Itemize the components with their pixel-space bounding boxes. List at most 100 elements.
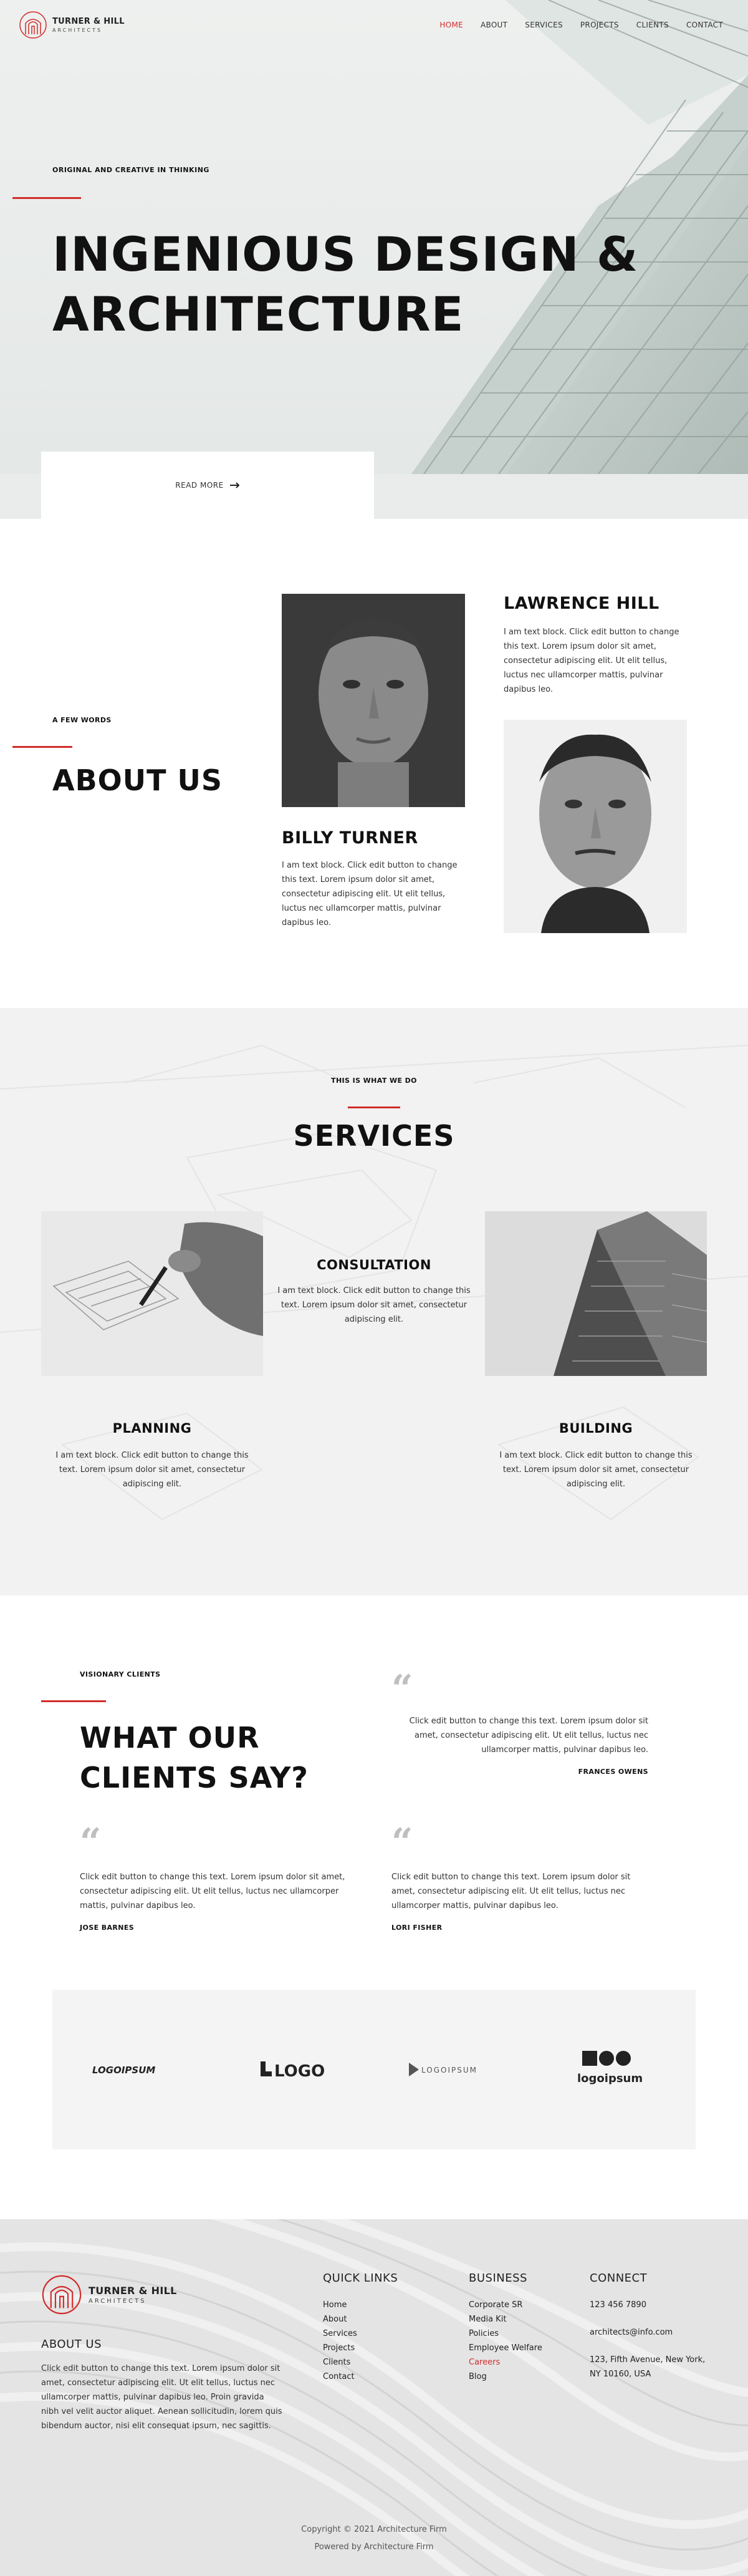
client-logo-4-text: logoipsum [577,2072,643,2085]
testimonials-kicker: VISIONARY CLIENTS [80,1670,161,1678]
hero-kicker: ORIGINAL AND CREATIVE IN THINKING [52,166,209,174]
read-more-label: READ MORE [175,481,224,490]
nav-about[interactable]: ABOUT [481,21,507,29]
testimonial-text-1: Click edit button to change this text. L… [409,1717,648,1755]
services-kicker: THIS IS WHAT WE DO [331,1077,417,1085]
page: ORIGINAL AND CREATIVE IN THINKING INGENI… [0,0,748,2576]
logo-wordmark-icon: LOGO [259,2059,328,2080]
logo-text: TURNER & HILL ARCHITECTS [52,17,125,33]
lawrence-hill-name: LAWRENCE HILL [504,594,659,613]
quick-links-title: QUICK LINKS [323,2272,398,2285]
business-link-careers[interactable]: Careers [469,2355,542,2370]
testimonial-author-1: FRANCES OWENS [578,1768,648,1776]
footer-logo[interactable]: TURNER & HILL ARCHITECTS [41,2274,177,2315]
site-logo[interactable]: TURNER & HILL ARCHITECTS [19,11,125,39]
portrait-image [282,594,465,807]
testimonials-title-line1: WHAT OUR [80,1721,260,1755]
portrait-image [504,720,687,933]
hero-section: ORIGINAL AND CREATIVE IN THINKING INGENI… [0,0,748,519]
connect-phone[interactable]: 123 456 7890 [590,2298,646,2312]
nav-services[interactable]: SERVICES [525,21,563,29]
quick-link-contact[interactable]: Contact [323,2370,357,2384]
planning-text: I am text block. Click edit button to ch… [55,1451,249,1489]
quote-icon: “ [80,1821,102,1864]
about-section: A FEW WORDS ABOUT US BILLY TURNER I am t… [0,519,748,1008]
logoipsum-wordmark-icon: LOGOIPSUM [92,2060,180,2079]
connect-address-line2: NY 10160, USA [590,2370,651,2379]
connect-address-line1: 123, Fifth Avenue, New York, [590,2355,706,2365]
services-red-accent-line [348,1106,400,1108]
quote-icon: “ [391,1821,413,1864]
logo-arch-icon [42,2275,82,2315]
services-title: SERVICES [293,1119,455,1153]
about-kicker: A FEW WORDS [52,716,112,724]
lawrence-hill-bio: I am text block. Click edit button to ch… [504,627,679,694]
planning-title: PLANNING [112,1421,192,1436]
building-photo [485,1211,707,1376]
billy-turner-portrait [282,594,465,807]
nav-clients[interactable]: CLIENTS [636,21,669,29]
services-section: THIS IS WHAT WE DO SERVICES CONSULTATION… [0,1008,748,1595]
hero-title: INGENIOUS DESIGN & ARCHITECTURE [52,225,676,344]
logoipsum-triangle-icon: LOGOIPSUM [408,2060,489,2079]
consultation-text: I am text block. Click edit button to ch… [277,1286,471,1324]
quick-link-home[interactable]: Home [323,2298,357,2312]
building-title: BUILDING [559,1421,633,1436]
hero-title-line1: INGENIOUS DESIGN & [52,226,639,282]
connect-address: 123, Fifth Avenue, New York, NY 10160, U… [590,2353,705,2381]
quick-link-projects[interactable]: Projects [323,2341,357,2355]
testimonial-author-3: LORI FISHER [391,1924,443,1932]
nav-contact[interactable]: CONTACT [686,21,723,29]
connect-email[interactable]: architects@info.com [590,2325,673,2340]
client-logos-strip: LOGOIPSUM LOGO LOGOIPSUM logoipsum [52,1990,696,2149]
site-footer: TURNER & HILL ARCHITECTS ABOUT US Click … [0,2219,748,2576]
read-more-button[interactable]: READ MORE [175,481,240,490]
site-header: TURNER & HILL ARCHITECTS HOME ABOUT SERV… [0,0,748,50]
client-logo-3-text: LOGOIPSUM [421,2066,477,2075]
hero-title-line2: ARCHITECTURE [52,286,464,342]
client-logo-1-text: LOGOIPSUM [92,2065,155,2076]
testimonials-red-accent-line [41,1700,106,1702]
testimonial-author-2: JOSE BARNES [80,1924,135,1932]
hero-cta-box: READ MORE [41,452,374,519]
planning-image [41,1211,263,1376]
quote-icon: “ [391,1667,413,1711]
footer-about-title: ABOUT US [41,2338,102,2351]
footer-powered-by: Powered by Architecture Firm [314,2542,434,2552]
quick-link-services[interactable]: Services [323,2327,357,2341]
hero-red-accent-line [12,197,81,199]
footer-logo-line1: TURNER & HILL [89,2285,177,2297]
footer-logo-line2: ARCHITECTS [89,2298,146,2305]
business-link-corporate-sr[interactable]: Corporate SR [469,2298,542,2312]
testimonials-title: WHAT OUR CLIENTS SAY? [80,1718,309,1798]
quick-link-clients[interactable]: Clients [323,2355,357,2370]
lawrence-hill-portrait [504,720,687,933]
nav-home[interactable]: HOME [439,21,463,29]
business-link-employee-welfare[interactable]: Employee Welfare [469,2341,542,2355]
footer-logo-text: TURNER & HILL ARCHITECTS [89,2285,177,2305]
billy-turner-bio: I am text block. Click edit button to ch… [282,861,458,927]
logo-arch-icon [19,11,47,39]
logo-line1: TURNER & HILL [52,17,125,26]
about-red-accent-line [12,746,72,748]
business-links-list: Corporate SR Media Kit Policies Employee… [469,2298,542,2384]
nav-projects[interactable]: PROJECTS [580,21,619,29]
client-logo-2-text: LOGO [274,2062,325,2080]
business-link-media-kit[interactable]: Media Kit [469,2312,542,2327]
testimonial-text-3: Click edit button to change this text. L… [391,1872,631,1910]
testimonial-text-2: Click edit button to change this text. L… [80,1872,345,1910]
planning-photo [41,1211,263,1376]
business-link-policies[interactable]: Policies [469,2327,542,2341]
business-link-blog[interactable]: Blog [469,2370,542,2384]
business-title: BUSINESS [469,2272,527,2285]
about-title: ABOUT US [52,763,223,797]
building-text: I am text block. Click edit button to ch… [499,1451,693,1489]
arrow-right-icon [229,482,240,488]
billy-turner-name: BILLY TURNER [282,828,418,848]
logo-line2: ARCHITECTS [52,27,103,33]
logoipsum-shapes-icon: logoipsum [568,2050,656,2089]
footer-copyright: Copyright © 2021 Architecture Firm [301,2525,447,2534]
quick-links-list: Home About Services Projects Clients Con… [323,2298,357,2384]
quick-link-about[interactable]: About [323,2312,357,2327]
connect-title: CONNECT [590,2272,648,2285]
